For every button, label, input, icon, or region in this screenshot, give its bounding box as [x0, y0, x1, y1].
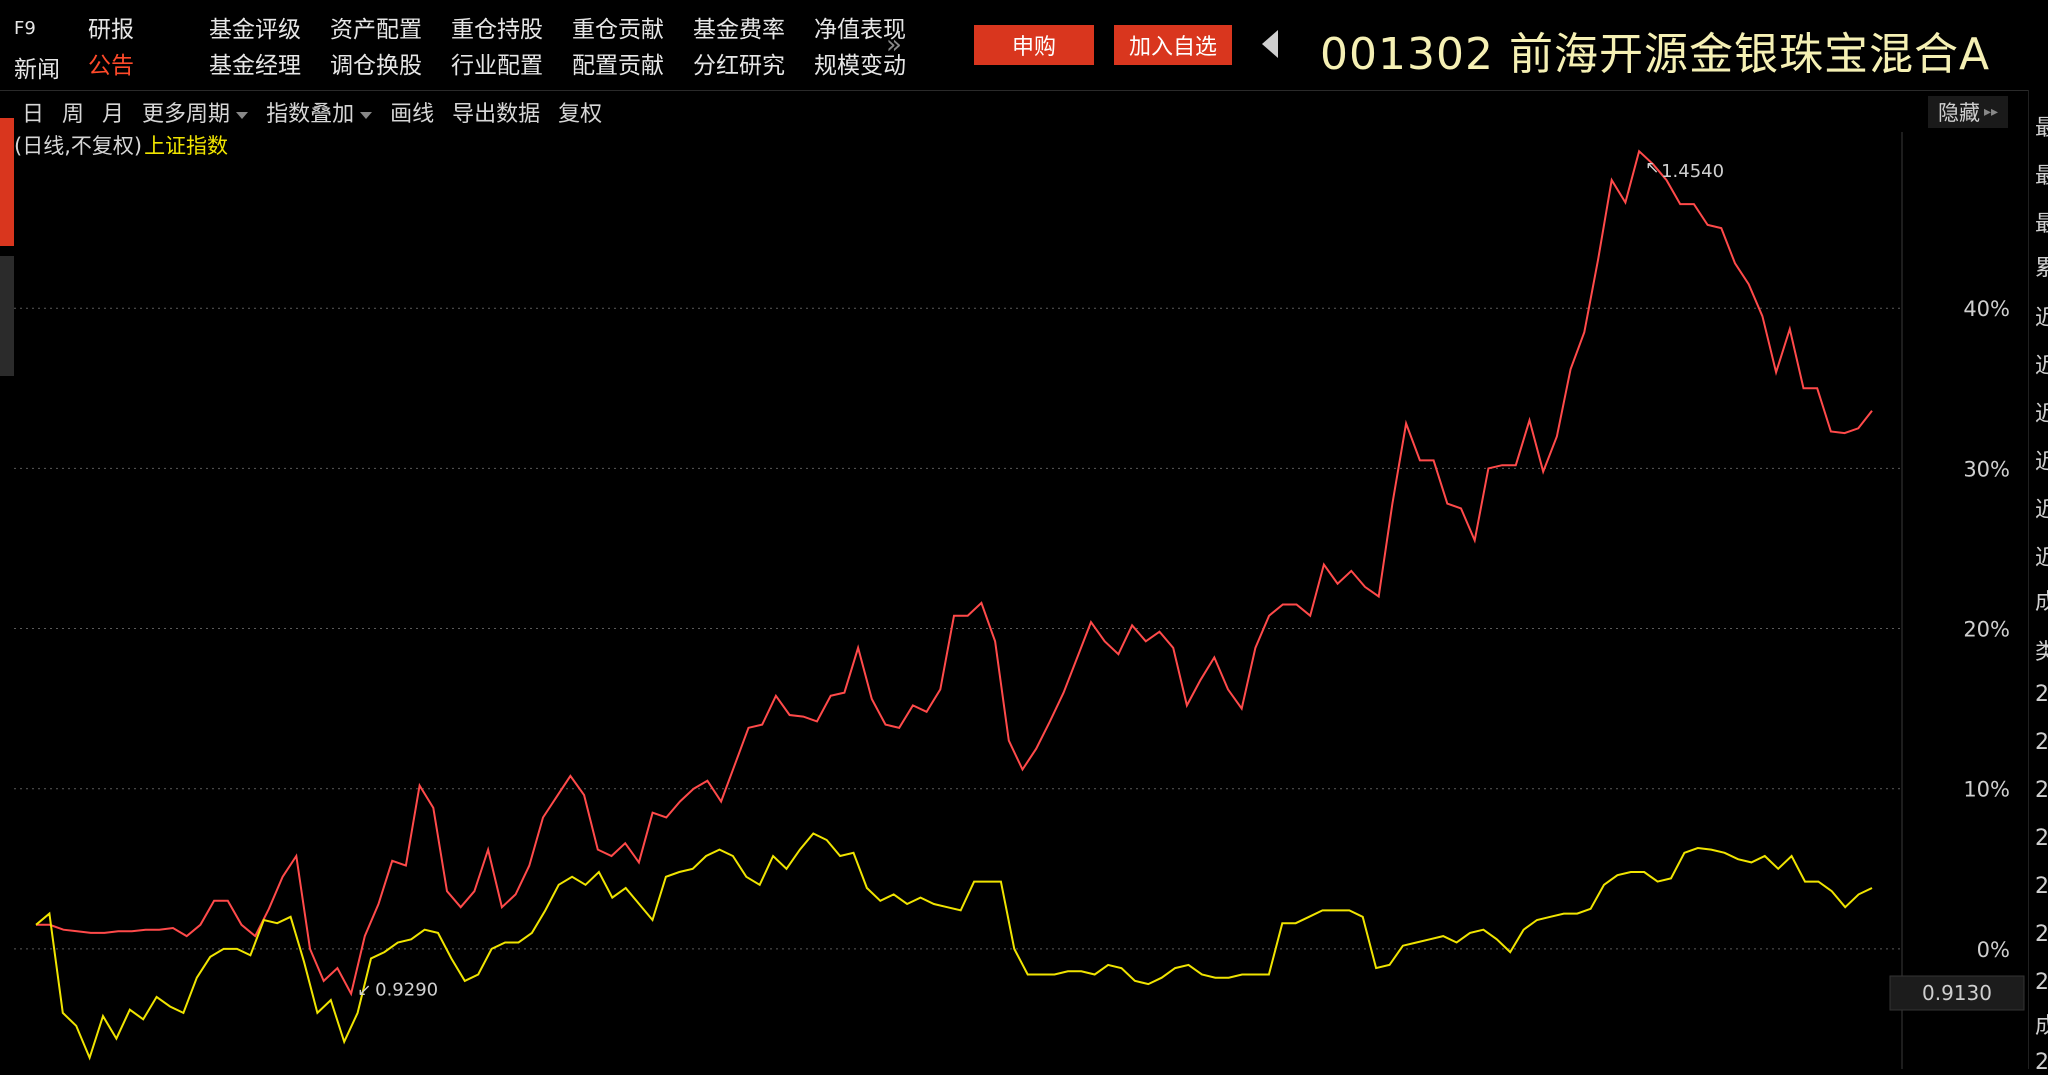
right-panel-char-6: 近 — [2035, 402, 2048, 427]
y-tick-label-0: 0% — [1977, 938, 2010, 962]
nav-item-10[interactable]: 行业配置 — [451, 46, 572, 82]
left-tab-active[interactable] — [0, 118, 14, 246]
toolbar-item-label: 指数叠加 — [266, 102, 355, 127]
nav-item-0[interactable]: 研报 — [88, 10, 209, 46]
right-panel-char-18: 2 — [2035, 970, 2048, 995]
nav-item-11[interactable]: 配置贡献 — [572, 46, 693, 82]
right-panel-char-20: 2 — [2035, 1050, 2048, 1075]
fund-title: 001302 前海开源金银珠宝混合A — [1320, 29, 1991, 80]
nav-item-5[interactable]: 基金费率 — [693, 10, 814, 46]
toolbar-item-5[interactable]: 画线 — [390, 96, 434, 128]
right-panel-char-17: 2 — [2035, 922, 2048, 947]
toolbar-item-6[interactable]: 导出数据 — [452, 96, 540, 128]
toolbar-item-0[interactable]: 日 — [22, 96, 44, 128]
y-tick-label-2: 20% — [1963, 618, 2010, 642]
hide-label: 隐藏 — [1937, 101, 1980, 125]
nav-item-3[interactable]: 重仓持股 — [451, 10, 572, 46]
right-panel-char-5: 近 — [2035, 354, 2048, 379]
toolbar-item-label: 导出数据 — [452, 102, 541, 127]
y-tick-label-4: 40% — [1963, 297, 2010, 321]
toolbar-item-label: 月 — [102, 102, 125, 127]
right-panel-char-1: 最 — [2035, 164, 2048, 189]
min-value-label: 0.9290 — [375, 980, 438, 1001]
toolbar-item-4[interactable]: 指数叠加 — [266, 96, 373, 128]
chart-legend: (日线,不复权)上证指数 — [14, 130, 228, 160]
right-panel-char-14: 2 — [2035, 778, 2048, 803]
right-stats-panel: 最最最累近近近近近近成类2222222成2 — [2028, 90, 2048, 1075]
y-tick-label-3: 30% — [1963, 457, 2010, 481]
right-panel-char-2: 最 — [2035, 212, 2048, 237]
series-line-1 — [35, 832, 1873, 1061]
dropdown-caret-icon — [236, 111, 249, 119]
right-panel-char-15: 2 — [2035, 826, 2048, 851]
nav-item-9[interactable]: 调仓换股 — [330, 46, 451, 82]
right-panel-char-4: 近 — [2035, 306, 2048, 331]
nav-item-13[interactable]: 规模变动 — [814, 46, 935, 82]
right-panel-char-11: 类 — [2035, 640, 2048, 665]
f9-label[interactable]: F9 — [14, 18, 36, 39]
toolbar-item-label: 复权 — [558, 102, 603, 127]
back-arrow-icon[interactable] — [1262, 30, 1278, 58]
nav-item-12[interactable]: 分红研究 — [693, 46, 814, 82]
right-panel-char-19: 成 — [2035, 1014, 2048, 1039]
right-panel-char-9: 近 — [2035, 546, 2048, 571]
max-value-label: 1.4540 — [1661, 161, 1724, 182]
legend-period-label: (日线,不复权) — [14, 134, 143, 158]
right-panel-char-10: 成 — [2035, 590, 2048, 615]
hide-panel-button[interactable]: 隐藏 ▸▸ — [1928, 96, 2008, 128]
nav-item-7[interactable]: 公告 — [88, 46, 209, 82]
nav-item-8[interactable]: 基金经理 — [209, 46, 330, 82]
right-panel-char-13: 2 — [2035, 730, 2048, 755]
add-to-watchlist-button[interactable]: 加入自选 — [1114, 25, 1232, 65]
min-marker-arrow: ↙ — [357, 981, 371, 1001]
toolbar-item-label: 画线 — [390, 102, 435, 127]
buy-button[interactable]: 申购 — [974, 25, 1094, 65]
toolbar-item-7[interactable]: 复权 — [558, 96, 602, 128]
chart-toolbar: 日周月更多周期 指数叠加 画线 导出数据 复权 — [22, 96, 620, 128]
legend-index-name: 上证指数 — [144, 134, 229, 158]
toolbar-item-label: 更多周期 — [142, 102, 231, 127]
double-chevron-right-icon: ▸▸ — [1983, 104, 1999, 120]
series-line-0 — [36, 149, 1873, 997]
right-panel-char-0: 最 — [2035, 116, 2048, 141]
dropdown-caret-icon — [360, 111, 373, 119]
nav-item-4[interactable]: 重仓贡献 — [572, 10, 693, 46]
y-tick-label-1: 10% — [1963, 778, 2010, 802]
more-nav-icon[interactable]: » — [886, 30, 902, 60]
toolbar-item-label: 日 — [22, 102, 45, 127]
current-value-label: 0.9130 — [1922, 981, 1992, 1005]
nav-item-1[interactable]: 基金评级 — [209, 10, 330, 46]
toolbar-item-label: 周 — [62, 102, 85, 127]
max-marker-arrow: ↖ — [1645, 158, 1659, 178]
performance-chart[interactable]: 0% 10% 20% 30% 40% ↖ 1.4540 ↙ 0.9290 0.9130 — [14, 132, 2048, 1069]
top-navigation-bar: F9 新闻 研报 基金评级 资产配置 重仓持股 重仓贡献 基金费率 净值表现公告 基金经理 调仓… — [0, 0, 2048, 91]
left-tab-inactive[interactable] — [0, 256, 14, 376]
nav-item-6[interactable]: 净值表现 — [814, 10, 935, 46]
nav-item-2[interactable]: 资产配置 — [330, 10, 451, 46]
right-panel-char-8: 近 — [2035, 498, 2048, 523]
nav-item-news[interactable]: 新闻 — [14, 50, 60, 84]
right-panel-char-12: 2 — [2035, 682, 2048, 707]
right-panel-char-7: 近 — [2035, 450, 2048, 475]
toolbar-item-3[interactable]: 更多周期 — [142, 96, 249, 128]
nav-grid: 研报 基金评级 资产配置 重仓持股 重仓贡献 基金费率 净值表现公告 基金经理 调仓换股 行业配置… — [88, 10, 935, 82]
right-panel-char-3: 累 — [2035, 256, 2048, 281]
toolbar-item-2[interactable]: 月 — [102, 96, 124, 128]
right-panel-char-16: 2 — [2035, 874, 2048, 899]
toolbar-item-1[interactable]: 周 — [62, 96, 84, 128]
